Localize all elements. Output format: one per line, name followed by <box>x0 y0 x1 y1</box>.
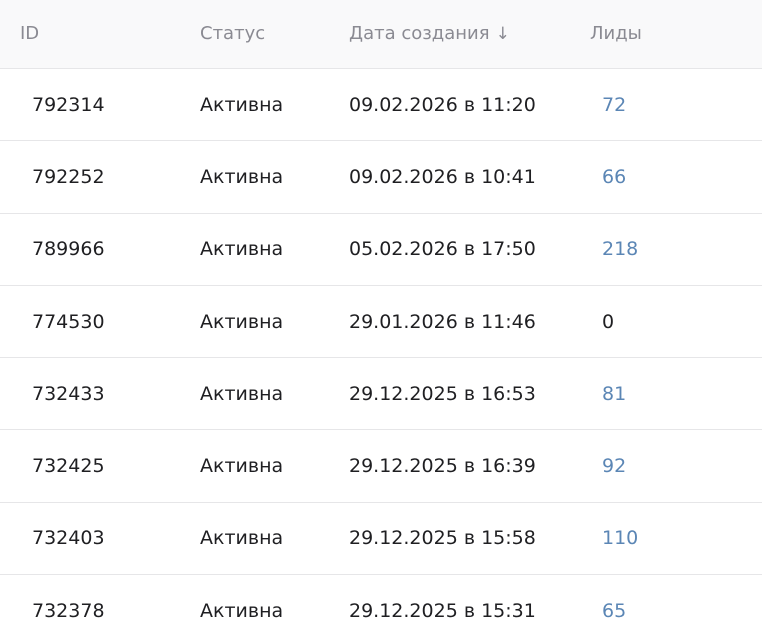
sort-down-icon: ↓ <box>495 23 510 44</box>
row-created-date: 29.12.2025 в 16:53 <box>349 382 536 405</box>
table-body: 792314 Активна 09.02.2026 в 11:20 72 792252 А… <box>0 69 762 640</box>
row-created-date: 05.02.2026 в 17:50 <box>349 238 536 261</box>
column-header-status-label: Статус <box>200 23 266 44</box>
row-created-date: 09.02.2026 в 11:20 <box>349 93 536 116</box>
column-header-leads-label: Лиды <box>590 23 642 44</box>
table-row[interactable]: 792314 Активна 09.02.2026 в 11:20 72 <box>0 69 762 142</box>
row-leads-link[interactable]: 66 <box>602 141 626 212</box>
column-header-leads[interactable]: Лиды <box>590 0 642 68</box>
row-status: Активна <box>200 310 284 333</box>
row-leads-link[interactable]: 92 <box>602 430 626 501</box>
row-leads-link[interactable]: 72 <box>602 69 626 140</box>
row-created-date: 09.02.2026 в 10:41 <box>349 165 536 188</box>
row-created-date: 29.12.2025 в 15:31 <box>349 600 536 623</box>
row-id: 774530 <box>32 310 105 333</box>
table-row[interactable]: 732433 Активна 29.12.2025 в 16:53 81 <box>0 358 762 431</box>
row-created-date: 29.12.2025 в 15:58 <box>349 527 536 550</box>
row-leads-count: 0 <box>602 310 615 333</box>
row-status: Активна <box>200 600 284 623</box>
table-row[interactable]: 789966 Активна 05.02.2026 в 17:50 218 <box>0 214 762 286</box>
table-row[interactable]: 774530 Активна 29.01.2026 в 11:46 0 <box>0 286 762 359</box>
table-row[interactable]: 792252 Активна 09.02.2026 в 10:41 66 <box>0 141 762 214</box>
row-id: 732403 <box>32 527 105 550</box>
row-id: 792252 <box>32 165 105 188</box>
row-status: Активна <box>200 382 284 405</box>
row-id: 789966 <box>32 238 105 261</box>
row-leads-link[interactable]: 218 <box>602 214 638 285</box>
row-leads-link[interactable]: 65 <box>602 575 626 640</box>
column-header-date-label: Дата создания <box>349 23 490 44</box>
row-status: Активна <box>200 527 284 550</box>
row-created-date: 29.12.2025 в 16:39 <box>349 455 536 478</box>
row-status: Активна <box>200 455 284 478</box>
row-id: 792314 <box>32 93 105 116</box>
campaigns-table: ID Статус Дата создания ↓ Лиды 792314 Акт… <box>0 0 762 640</box>
column-header-status[interactable]: Статус <box>200 0 265 68</box>
row-status: Активна <box>200 93 284 116</box>
table-row[interactable]: 732425 Активна 29.12.2025 в 16:39 92 <box>0 430 762 503</box>
table-row[interactable]: 732378 Активна 29.12.2025 в 15:31 65 <box>0 575 762 640</box>
row-created-date: 29.01.2026 в 11:46 <box>349 310 536 333</box>
column-header-id[interactable]: ID <box>20 0 39 68</box>
row-id: 732378 <box>32 600 105 623</box>
row-leads-link[interactable]: 110 <box>602 503 638 574</box>
row-status: Активна <box>200 238 284 261</box>
table-header: ID Статус Дата создания ↓ Лиды <box>0 0 762 69</box>
table-row[interactable]: 732403 Активна 29.12.2025 в 15:58 110 <box>0 503 762 576</box>
row-id: 732433 <box>32 382 105 405</box>
column-header-date[interactable]: Дата создания ↓ <box>349 0 510 68</box>
row-status: Активна <box>200 165 284 188</box>
row-leads-link[interactable]: 81 <box>602 358 626 429</box>
column-header-id-label: ID <box>20 23 40 44</box>
row-id: 732425 <box>32 455 105 478</box>
